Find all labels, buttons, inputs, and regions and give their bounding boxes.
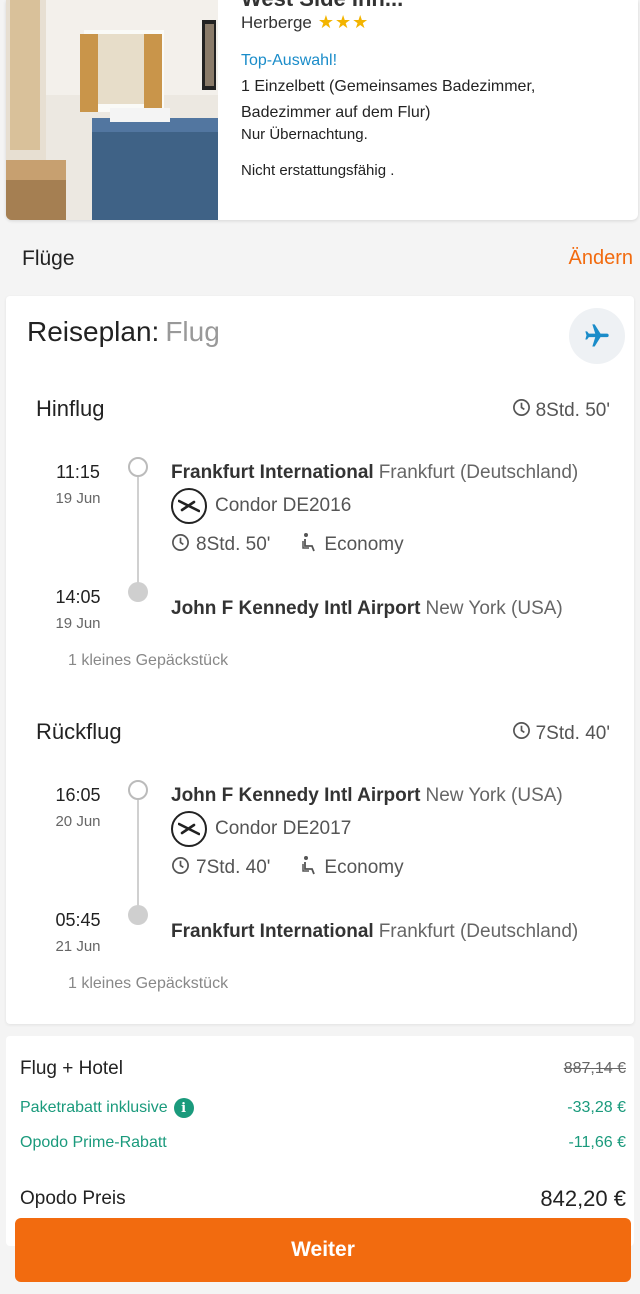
price-summary: Flug + Hotel 887,14 € Paketrabatt inklus…	[6, 1036, 634, 1246]
flight-hotel-label: Flug + Hotel	[20, 1058, 123, 1079]
hotel-type-label: Herberge	[241, 13, 312, 32]
departure-date: 19 Jun	[55, 490, 101, 507]
departure-city: New York (USA)	[425, 785, 563, 806]
hotel-room-image	[6, 0, 218, 220]
info-icon[interactable]: i	[173, 1098, 194, 1118]
departure-time: 16:05	[55, 785, 101, 805]
departure-city: Frankfurt (Deutschland)	[378, 462, 579, 483]
condor-logo-icon	[171, 488, 207, 524]
departure-date: 20 Jun	[55, 813, 101, 830]
room-description: 1 Einzelbett (Gemeinsames Badezimmer, Ba…	[241, 78, 536, 121]
itinerary-title-label: Reiseplan:	[27, 316, 160, 347]
itinerary-subtitle: Flug	[165, 316, 220, 347]
clock-icon	[512, 398, 531, 423]
flight-hotel-original-price: 887,14 €	[563, 1060, 626, 1077]
departure-airport: Frankfurt International Frankfurt (Deutsc…	[171, 462, 578, 484]
leg-duration: 7Std. 40'	[512, 721, 610, 746]
continue-button[interactable]: Weiter	[15, 1218, 631, 1282]
timeline-line	[137, 800, 139, 906]
departure-airport: John F Kennedy Intl Airport New York (USA…	[171, 785, 563, 807]
arrival-city: Frankfurt (Deutschland)	[378, 921, 579, 942]
flights-section-header: Flüge Ändern	[0, 238, 640, 284]
airline-info: Condor DE2017	[171, 811, 351, 847]
leg-title: Rückflug	[36, 719, 122, 744]
cancellation-policy: Nicht erstattungsfähig .	[241, 162, 395, 179]
flight-duration: 8Std. 50'	[196, 534, 271, 555]
arrival-city: New York (USA)	[425, 598, 563, 619]
departure-airport-name: John F Kennedy Intl Airport	[171, 785, 421, 806]
change-flights-link[interactable]: Ändern	[569, 247, 634, 270]
departure-dot	[128, 457, 148, 477]
arrival-date: 21 Jun	[55, 938, 101, 955]
total-price-label: Opodo Preis	[20, 1188, 126, 1209]
condor-logo-icon	[171, 811, 207, 847]
flight-duration: 7Std. 40'	[196, 857, 271, 878]
arrival-airport-name: Frankfurt International	[171, 921, 374, 942]
baggage-info: 1 kleines Gepäckstück	[68, 975, 229, 992]
airline-info: Condor DE2016	[171, 488, 351, 524]
clock-icon	[171, 856, 190, 881]
plane-icon	[569, 308, 625, 364]
arrival-time: 05:45	[55, 910, 101, 930]
leg-duration-text: 7Std. 40'	[535, 722, 610, 744]
clock-icon	[512, 721, 531, 746]
arrival-dot	[128, 905, 148, 925]
leg-duration: 8Std. 50'	[512, 398, 610, 423]
cabin-class: Economy	[324, 857, 404, 878]
package-discount: Paketrabatt inklusive i	[20, 1098, 194, 1118]
leg-title: Hinflug	[36, 396, 105, 421]
seat-icon	[300, 855, 318, 881]
package-discount-label: Paketrabatt inklusive	[20, 1099, 168, 1116]
hotel-type: Herberge ★★★	[241, 12, 369, 33]
baggage-info: 1 kleines Gepäckstück	[68, 652, 229, 669]
price-row-prime-discount: Opodo Prime-Rabatt -11,66 €	[20, 1134, 626, 1152]
arrival-time: 14:05	[55, 587, 101, 607]
arrival-dot	[128, 582, 148, 602]
prime-discount-value: -11,66 €	[568, 1134, 626, 1151]
package-discount-value: -33,28 €	[567, 1099, 626, 1116]
arrival-airport: Frankfurt International Frankfurt (Deutsc…	[171, 921, 578, 943]
price-row-total: Opodo Preis 842,20 €	[20, 1186, 626, 1212]
airline-flight-number: Condor DE2016	[215, 495, 352, 516]
departure-time: 11:15	[56, 462, 100, 482]
clock-icon	[171, 533, 190, 558]
arrival-airport: John F Kennedy Intl Airport New York (USA…	[171, 598, 563, 620]
airline-flight-number: Condor DE2017	[215, 818, 352, 839]
seat-icon	[300, 532, 318, 558]
price-row-package-discount: Paketrabatt inklusive i -33,28 €	[20, 1098, 626, 1118]
hotel-name: West Side Inn...	[241, 0, 403, 12]
timeline-line	[137, 477, 139, 583]
total-price-value: 842,20 €	[540, 1186, 626, 1211]
leg-duration-text: 8Std. 50'	[535, 399, 610, 421]
cabin-class: Economy	[324, 534, 404, 555]
arrival-airport-name: John F Kennedy Intl Airport	[171, 598, 421, 619]
arrival-date: 19 Jun	[55, 615, 101, 632]
prime-discount-label: Opodo Prime-Rabatt	[20, 1134, 167, 1151]
itinerary-title: Reiseplan: Flug	[27, 316, 220, 348]
flight-meta: 7Std. 40' Economy	[171, 855, 404, 881]
hotel-stars: ★★★	[317, 12, 370, 32]
departure-dot	[128, 780, 148, 800]
board-type: Nur Übernachtung.	[241, 126, 368, 143]
departure-airport-name: Frankfurt International	[171, 462, 374, 483]
itinerary-card: Reiseplan: Flug Hinflug 8Std. 50' 11:15 1…	[6, 296, 634, 1024]
flight-meta: 8Std. 50' Economy	[171, 532, 404, 558]
flights-title: Flüge	[22, 247, 75, 270]
top-pick-badge: Top-Auswahl!	[241, 52, 338, 69]
price-row-flight-hotel: Flug + Hotel 887,14 €	[20, 1058, 626, 1080]
hotel-card[interactable]: West Side Inn... Herberge ★★★ Top-Auswahl…	[6, 0, 638, 220]
